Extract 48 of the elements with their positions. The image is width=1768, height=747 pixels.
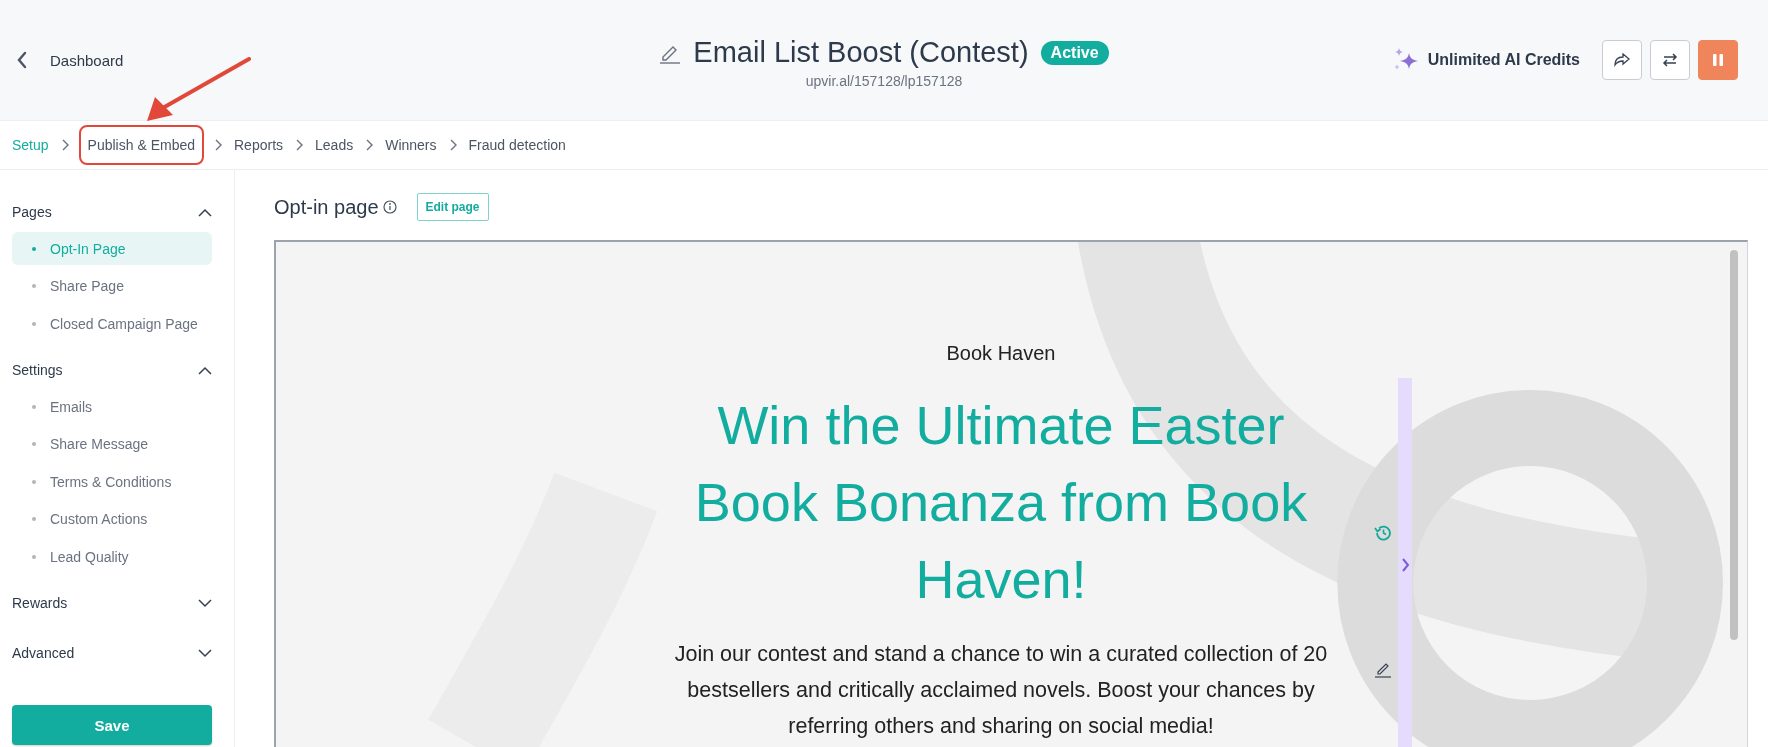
sidebar-item[interactable]: Terms & Conditions xyxy=(12,465,212,498)
step-tab[interactable]: Fraud detection xyxy=(468,137,566,153)
sidebar-item[interactable]: Share Message xyxy=(12,427,212,461)
ai-credits-label: Unlimited AI Credits xyxy=(1427,51,1580,69)
sidebar-item[interactable]: Lead Quality xyxy=(12,540,212,573)
swap-arrows-icon xyxy=(1662,52,1678,68)
swap-button[interactable] xyxy=(1650,40,1690,80)
chevron-left-icon xyxy=(16,51,28,69)
section-header[interactable]: Settings xyxy=(12,350,212,390)
sidebar-item[interactable]: Closed Campaign Page xyxy=(12,307,212,340)
section-header[interactable]: Advanced xyxy=(12,633,212,673)
chevron-right-icon xyxy=(295,139,304,151)
section-header[interactable]: Rewards xyxy=(12,583,212,623)
step-tab[interactable]: Setup xyxy=(12,137,49,153)
chevron-icon xyxy=(198,207,212,217)
campaign-url: upvir.al/157128/lp157128 xyxy=(805,73,963,89)
scrollbar[interactable] xyxy=(1730,250,1738,640)
edit-page-button[interactable]: Edit page xyxy=(416,193,489,221)
chevron-right-icon xyxy=(214,139,222,151)
page-title: Opt-in page xyxy=(274,195,379,219)
brand-name: Book Haven xyxy=(946,342,1056,365)
chevron-icon xyxy=(198,598,212,608)
campaign-title: Email List Boost (Contest) xyxy=(693,36,1029,69)
save-button[interactable]: Save xyxy=(12,705,212,745)
share-button[interactable] xyxy=(1602,40,1642,80)
info-icon xyxy=(382,200,397,214)
step-tab[interactable]: Reports xyxy=(234,137,284,153)
pause-button[interactable] xyxy=(1698,40,1738,80)
sidebar-item[interactable]: Emails xyxy=(12,390,212,423)
sidebar-item[interactable]: Custom Actions xyxy=(12,502,212,536)
chevron-icon xyxy=(198,365,212,375)
description-text: Join our contest and stand a chance to win a curated collection of 20 bestsellers and critically acclaimed novels. Boost your chances by referring others and sharing on social media! xyxy=(673,641,1329,740)
chevron-right-icon xyxy=(448,139,457,151)
share-icon xyxy=(1614,53,1630,67)
pause-icon xyxy=(1712,53,1724,67)
section-header[interactable]: Pages xyxy=(12,192,212,232)
step-tab[interactable]: Publish & Embed xyxy=(78,125,204,165)
headline: Win the Ultimate Easter Book Bonanza from Book Haven! xyxy=(693,394,1309,611)
back-link[interactable]: Dashboard xyxy=(16,51,124,69)
step-tab[interactable]: Leads xyxy=(315,137,354,153)
side-panel-handle[interactable] xyxy=(1398,378,1412,747)
chevron-icon xyxy=(198,648,212,658)
step-tab[interactable]: Winners xyxy=(385,137,437,153)
status-badge: Active xyxy=(1040,40,1109,65)
chevron-right-icon xyxy=(1400,558,1410,572)
chevron-right-icon xyxy=(365,139,374,151)
chevron-right-icon xyxy=(60,139,69,151)
sidebar-item[interactable]: Share Page xyxy=(12,269,212,303)
